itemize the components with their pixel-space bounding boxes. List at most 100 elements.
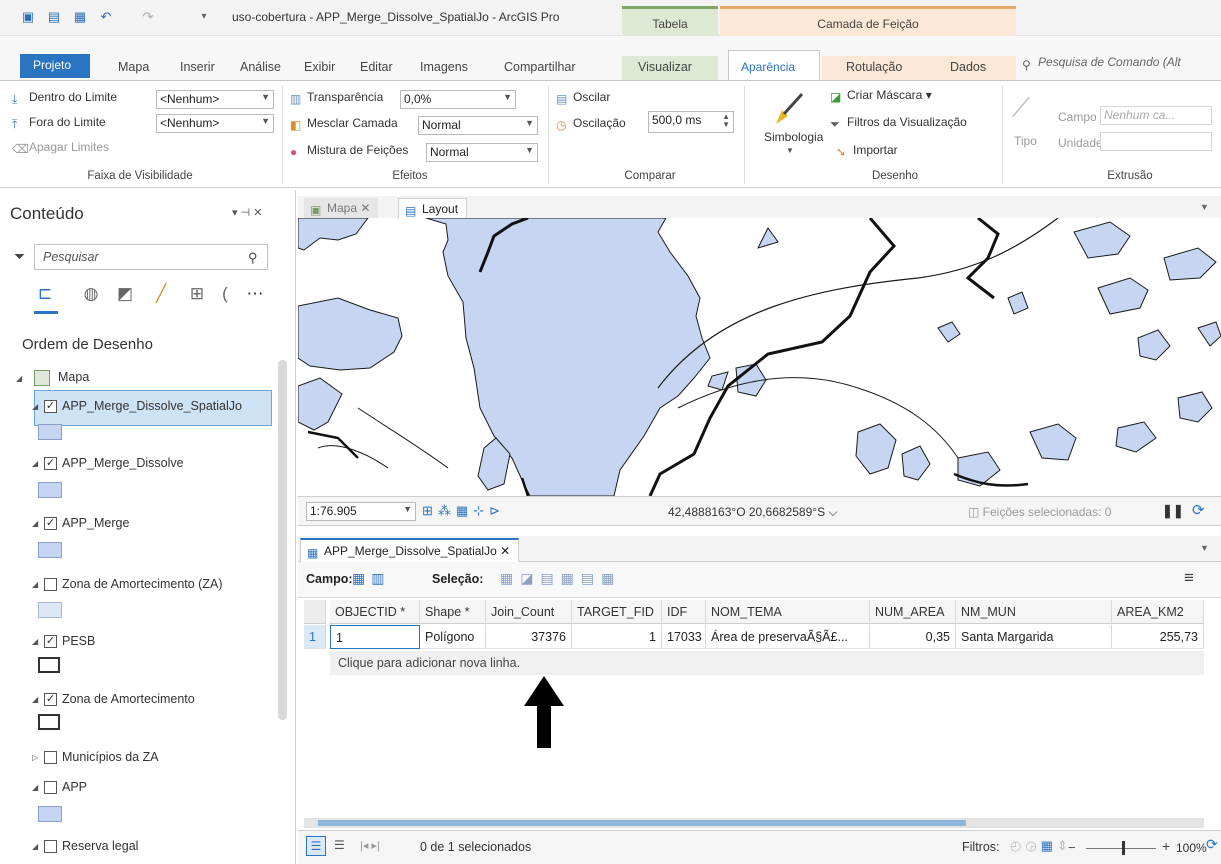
cell-num-area[interactable]: 0,35: [870, 625, 956, 649]
column-header-area-km2[interactable]: AREA_KM2: [1112, 600, 1204, 624]
cell-nom-tema[interactable]: Área de preservaÃ§Ã£...: [706, 625, 870, 649]
column-header-shape[interactable]: Shape *: [420, 600, 486, 624]
tab-exibir[interactable]: Exibir: [296, 56, 343, 80]
tab-layout[interactable]: ▤ Layout: [398, 198, 468, 220]
map-navigation-tools-icon[interactable]: ⊞⁂▦⊹⊳: [422, 503, 505, 519]
column-header-join-count[interactable]: Join_Count: [486, 600, 572, 624]
layer-visibility-checkbox[interactable]: ✓: [44, 693, 57, 706]
extrusion-unit-select[interactable]: [1100, 132, 1212, 151]
redo-icon[interactable]: ↷: [140, 10, 156, 24]
map-coordinates[interactable]: 42,4888163°O 20,6682589°S ⌵: [668, 505, 838, 520]
chevron-down-icon[interactable]: ▼: [1200, 543, 1209, 553]
cell-idf[interactable]: 17033: [662, 625, 706, 649]
cell-nm-mun[interactable]: Santa Margarida: [956, 625, 1112, 649]
layer-symbol-swatch[interactable]: [38, 657, 60, 673]
tab-editar[interactable]: Editar: [352, 56, 401, 80]
table-menu-icon[interactable]: ≡: [1184, 568, 1194, 588]
refresh-icon[interactable]: ⟳: [1206, 836, 1218, 853]
view-filters-button[interactable]: ⏷ Filtros da Visualização: [830, 115, 967, 131]
expand-icon[interactable]: ▷: [32, 753, 38, 762]
out-limit-select[interactable]: <Nenhum> ▼: [156, 114, 274, 133]
list-by-labeling-icon[interactable]: (: [214, 284, 236, 304]
close-icon[interactable]: ✕: [360, 201, 370, 215]
row-selector-header[interactable]: [304, 600, 326, 624]
in-limit-select[interactable]: <Nenhum> ▼: [156, 90, 274, 109]
clear-limits-button[interactable]: ⌫Apagar Limites: [12, 140, 109, 156]
zoom-in-icon[interactable]: +: [1162, 838, 1170, 854]
column-header-idf[interactable]: IDF: [662, 600, 706, 624]
navigate-records-icon[interactable]: |◂ ▸|: [360, 839, 380, 852]
filter-icon[interactable]: ⏷: [14, 248, 25, 265]
layer-symbol-swatch[interactable]: [38, 602, 62, 618]
list-by-snapping-icon[interactable]: ⊞: [186, 284, 208, 304]
extrusion-type-icon[interactable]: ⟋: [1012, 92, 1048, 128]
chevron-down-icon[interactable]: ▼: [1200, 202, 1209, 212]
layer-symbol-swatch[interactable]: [38, 714, 60, 730]
tab-aparencia[interactable]: Aparência: [728, 50, 820, 80]
cell-area-km2[interactable]: 255,73: [1112, 625, 1204, 649]
table-zoom-level[interactable]: 100%: [1176, 841, 1207, 855]
refresh-icon[interactable]: ⟳: [1192, 501, 1205, 519]
symbology-brush-icon[interactable]: [772, 90, 808, 128]
tab-dados[interactable]: Dados: [932, 56, 1016, 80]
search-icon[interactable]: ⚲: [248, 250, 258, 266]
close-icon[interactable]: ✕: [500, 544, 510, 558]
contents-scrollbar[interactable]: [278, 360, 287, 720]
import-button[interactable]: ➘ Importar: [836, 143, 898, 159]
open-project-icon[interactable]: ▤: [46, 10, 62, 24]
command-search-input[interactable]: Pesquisa de Comando (Alt: [1038, 55, 1181, 69]
selected-features-count[interactable]: ◫ Feições selecionadas: 0: [968, 505, 1111, 519]
table-scroll-thumb[interactable]: [318, 820, 966, 826]
tab-rotulacao[interactable]: Rotulação: [822, 56, 932, 80]
layer-visibility-checkbox[interactable]: [44, 751, 57, 764]
list-by-data-source-icon[interactable]: ◍: [80, 284, 102, 304]
map-canvas[interactable]: [298, 218, 1221, 496]
pane-menu-icon[interactable]: ▾ ⊣ ✕: [232, 206, 262, 219]
layer-app[interactable]: APP: [62, 780, 87, 794]
zoom-out-icon[interactable]: −: [1068, 840, 1076, 855]
show-all-records-icon[interactable]: ☰: [306, 836, 326, 856]
layer-municipios-da-za[interactable]: Municípios da ZA: [62, 750, 159, 764]
cell-objectid[interactable]: 1: [330, 625, 420, 649]
tab-visualizar[interactable]: Visualizar: [622, 56, 718, 80]
layer-reserva-legal[interactable]: Reserva legal: [62, 839, 138, 853]
list-by-drawing-order-icon[interactable]: ⊏: [34, 284, 56, 304]
layer-symbol-swatch[interactable]: [38, 482, 62, 498]
layer-visibility-checkbox[interactable]: ✓: [44, 517, 57, 530]
save-icon[interactable]: ▦: [72, 10, 88, 24]
symbology-button[interactable]: Simbologia: [764, 130, 823, 144]
layer-visibility-checkbox[interactable]: ✓: [44, 400, 57, 413]
transparency-input[interactable]: 0,0% ▼: [400, 90, 516, 109]
layer-zona-de-amortecimento-za[interactable]: Zona de Amortecimento (ZA): [62, 577, 222, 591]
column-header-nom-tema[interactable]: NOM_TEMA: [706, 600, 870, 624]
layer-symbol-swatch[interactable]: [38, 542, 62, 558]
layer-symbol-swatch[interactable]: [38, 806, 62, 822]
collapse-icon[interactable]: ◢: [32, 580, 38, 589]
tab-map[interactable]: ▣ Mapa ✕: [304, 198, 379, 220]
layer-visibility-checkbox[interactable]: [44, 781, 57, 794]
tab-attribute-table[interactable]: ▦ APP_Merge_Dissolve_SpatialJo ✕: [300, 538, 520, 562]
list-by-editing-icon[interactable]: ╱: [150, 284, 172, 304]
collapse-icon[interactable]: ◢: [32, 459, 38, 468]
tab-imagens[interactable]: Imagens: [412, 56, 476, 80]
tab-analise[interactable]: Análise: [232, 56, 289, 80]
collapse-icon[interactable]: ◢: [32, 783, 38, 792]
layer-pesb[interactable]: PESB: [62, 634, 95, 648]
cell-shape[interactable]: Polígono: [420, 625, 486, 649]
layer-app-merge-dissolve[interactable]: APP_Merge_Dissolve: [62, 456, 184, 470]
add-new-row[interactable]: Clique para adicionar nova linha.: [330, 651, 1204, 675]
layer-app-merge[interactable]: APP_Merge: [62, 516, 129, 530]
collapse-icon[interactable]: ◢: [32, 695, 38, 704]
layer-visibility-checkbox[interactable]: ✓: [44, 457, 57, 470]
column-header-target-fid[interactable]: TARGET_FID: [572, 600, 662, 624]
zoom-slider-track[interactable]: [1086, 848, 1156, 849]
column-header-nm-mun[interactable]: NM_MUN: [956, 600, 1112, 624]
pause-icon[interactable]: ❚❚: [1162, 503, 1184, 519]
swipe-button[interactable]: ▤ Oscilar: [556, 90, 610, 106]
collapse-icon[interactable]: ◢: [32, 402, 38, 411]
layer-visibility-checkbox[interactable]: [44, 578, 57, 591]
flicker-rate-input[interactable]: 500,0 ms ▲ ▼: [648, 111, 734, 133]
filter-toggles-icon[interactable]: ◴◶▦⇕: [1010, 838, 1072, 854]
layer-app-merge-dissolve-spatialjo[interactable]: APP_Merge_Dissolve_SpatialJo: [62, 399, 242, 413]
out-limit-button[interactable]: ⤒ Fora do Limite: [12, 115, 106, 131]
